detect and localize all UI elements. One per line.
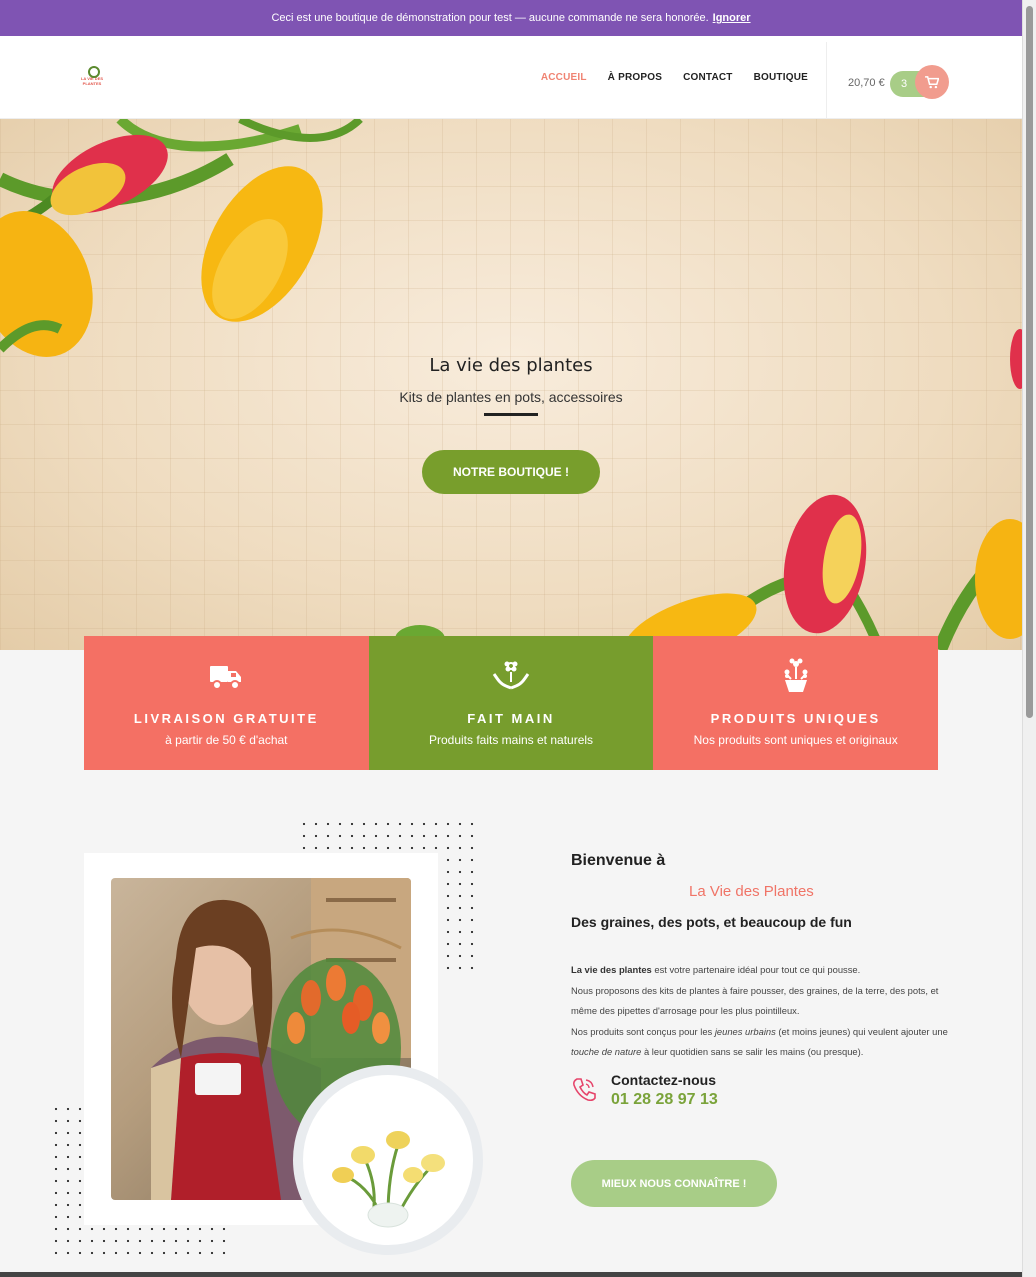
feature-desc: à partir de 50 € d'achat <box>165 733 288 747</box>
truck-icon <box>210 666 242 690</box>
hero-title: La vie des plantes <box>429 355 593 376</box>
page-bottom-border <box>0 1272 1022 1277</box>
hands-flower-icon <box>492 661 530 690</box>
shopping-cart-icon <box>925 75 939 88</box>
header-divider <box>826 42 827 119</box>
learn-more-button[interactable]: MIEUX NOUS CONNAÎTRE ! <box>571 1160 777 1207</box>
shop-button[interactable]: NOTRE BOUTIQUE ! <box>422 450 600 494</box>
feature-free-delivery: LIVRAISON GRATUITE à partir de 50 € d'ac… <box>84 636 369 770</box>
notice-text: Ceci est une boutique de démonstration p… <box>271 12 709 24</box>
logo-leaf-icon <box>86 66 100 78</box>
main-nav: ACCUEIL À PROPOS CONTACT BOUTIQUE <box>541 36 808 119</box>
about-paragraph: La vie des plantes est votre partenaire … <box>571 964 948 1057</box>
about-bold-name: La vie des plantes <box>571 964 652 975</box>
hero-banner: La vie des plantes Kits de plantes en po… <box>0 119 1022 650</box>
bouquet-image <box>303 1075 473 1245</box>
contact-title: Contactez-nous <box>611 1072 716 1088</box>
nav-item-accueil[interactable]: ACCUEIL <box>541 72 587 83</box>
nav-item-a-propos[interactable]: À PROPOS <box>608 72 662 83</box>
feature-desc: Produits faits mains et naturels <box>428 733 594 747</box>
feature-desc: Nos produits sont uniques et originaux <box>693 733 898 747</box>
features-bar: LIVRAISON GRATUITE à partir de 50 € d'ac… <box>84 636 939 770</box>
demo-store-notice: Ceci est une boutique de démonstration p… <box>0 0 1022 36</box>
dismiss-notice-link[interactable]: Ignorer <box>713 12 751 24</box>
feature-title: PRODUITS UNIQUES <box>710 711 881 726</box>
feature-unique-products: PRODUITS UNIQUES Nos produits sont uniqu… <box>653 636 939 770</box>
feature-handmade: FAIT MAIN Produits faits mains et nature… <box>368 636 654 770</box>
flower-pot-icon <box>784 658 808 692</box>
welcome-heading: Bienvenue à <box>571 852 666 869</box>
cart-total[interactable]: 20,70 € <box>848 77 885 89</box>
cart-count[interactable]: 3 <box>890 71 918 97</box>
page-scrollbar[interactable] <box>1022 0 1036 1277</box>
site-logo[interactable]: LA VIE DES PLANTES <box>78 66 106 94</box>
scrollbar-thumb[interactable] <box>1026 6 1033 718</box>
cart-button[interactable] <box>915 65 949 99</box>
contact-phone[interactable]: 01 28 28 97 13 <box>611 1091 718 1109</box>
site-header: LA VIE DES PLANTES ACCUEIL À PROPOS CONT… <box>0 36 1022 119</box>
feature-title: FAIT MAIN <box>467 711 555 726</box>
nav-item-boutique[interactable]: BOUTIQUE <box>754 72 808 83</box>
tagline: Des graines, des pots, et beaucoup de fu… <box>571 914 852 930</box>
brand-name: La Vie des Plantes <box>689 883 814 900</box>
tulips-decoration <box>0 119 1022 650</box>
hero-subtitle: Kits de plantes en pots, accessoires <box>399 389 623 405</box>
feature-title: LIVRAISON GRATUITE <box>133 711 319 726</box>
bouquet-illustration <box>332 1131 445 1228</box>
hero-divider <box>484 413 538 416</box>
nav-item-contact[interactable]: CONTACT <box>683 72 733 83</box>
phone-icon <box>573 1078 596 1102</box>
